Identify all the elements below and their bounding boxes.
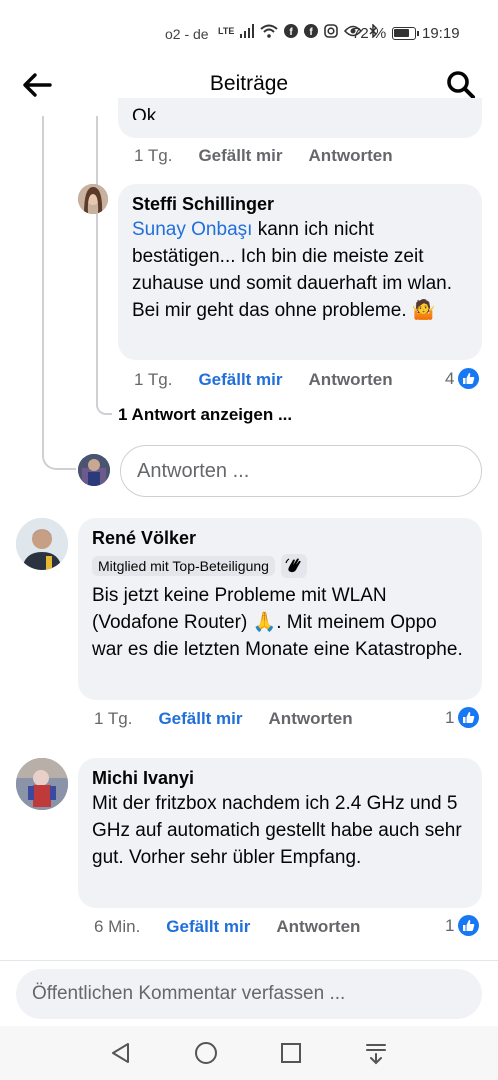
avatar-image <box>16 518 68 570</box>
nav-recents-button[interactable] <box>278 1040 304 1066</box>
reaction-number: 4 <box>445 368 455 388</box>
triangle-back-icon <box>112 1043 129 1063</box>
thread-line-inner <box>96 116 98 406</box>
system-navigation-bar <box>0 1026 498 1080</box>
nav-home-button[interactable] <box>193 1040 219 1066</box>
reply-input-placeholder: Antworten ... <box>137 459 250 482</box>
reply-button[interactable]: Antworten <box>269 709 353 729</box>
comment-time: 1 Tg. <box>134 370 173 389</box>
signal-icon <box>240 24 255 38</box>
thread-line-outer <box>42 116 44 456</box>
top-contributor-badge[interactable]: Mitglied mit Top-Beteiligung <box>92 556 275 576</box>
comment-bubble: Ok <box>118 98 482 138</box>
comment-actions: 1 Tg. Gefällt mir Antworten <box>134 370 393 390</box>
like-button[interactable]: Gefällt mir <box>198 370 282 390</box>
mention-link[interactable]: Sunay Onbaşı <box>132 219 252 240</box>
comment-bubble: Michi Ivanyi Mit der fritzbox nachdem ic… <box>78 758 482 908</box>
nav-notifications-button[interactable] <box>363 1040 389 1066</box>
like-reaction-icon <box>458 707 480 728</box>
composer-placeholder: Öffentlichen Kommentar verfassen ... <box>32 983 346 1004</box>
comment-author[interactable]: Steffi Schillinger <box>132 192 468 216</box>
like-button[interactable]: Gefällt mir <box>166 917 250 937</box>
avatar-image <box>78 184 108 214</box>
reply-input[interactable]: Antworten ... <box>120 445 482 497</box>
reply-button[interactable]: Antworten <box>309 146 393 166</box>
comment-text: Bis jetzt keine Probleme mit WLAN (Vodaf… <box>92 585 463 660</box>
comment-composer-bar: Öffentlichen Kommentar verfassen ... <box>0 960 498 1026</box>
like-reaction-icon <box>458 915 480 936</box>
wifi-icon <box>260 24 279 38</box>
current-user-avatar <box>78 454 110 486</box>
reaction-count[interactable]: 1 <box>445 707 480 728</box>
lte-signal-icon: LTE <box>218 25 235 36</box>
comment-text: Ok <box>132 106 157 120</box>
avatar[interactable] <box>16 758 68 810</box>
avatar-image <box>16 758 68 810</box>
comment-time: 6 Min. <box>94 917 141 936</box>
comment-text: Mit der fritzbox nachdem ich 2.4 GHz und… <box>92 793 462 868</box>
comment-bubble: René Völker Mitglied mit Top-Beteiligung… <box>78 518 482 700</box>
comment-actions: 6 Min. Gefällt mir Antworten <box>94 917 360 937</box>
facebook-notification-icon-2: f <box>304 24 319 38</box>
battery-icon <box>392 27 419 40</box>
comment-text: Sunay Onbaşı kann ich nicht bestätigen..… <box>132 216 468 324</box>
avatar-image <box>78 454 110 486</box>
comment-author[interactable]: Michi Ivanyi <box>92 766 468 790</box>
comment-actions: 1 Tg. Gefällt mir Antworten <box>94 709 353 729</box>
search-icon <box>447 71 475 99</box>
thread-line-inner-curve <box>96 398 112 415</box>
network-label: LTE <box>218 25 235 36</box>
badge-row: Mitglied mit Top-Beteiligung <box>92 554 468 578</box>
square-recents-icon <box>281 1043 301 1063</box>
comment-composer-input[interactable]: Öffentlichen Kommentar verfassen ... <box>16 969 482 1019</box>
avatar[interactable] <box>16 518 68 570</box>
like-button[interactable]: Gefällt mir <box>198 146 282 166</box>
reaction-number: 1 <box>445 707 455 727</box>
instagram-icon <box>324 24 339 38</box>
avatar[interactable] <box>78 184 108 214</box>
facebook-notification-icon: f <box>284 24 299 38</box>
circle-home-icon <box>195 1042 217 1064</box>
reaction-count[interactable]: 4 <box>445 368 480 389</box>
search-button[interactable] <box>444 68 478 102</box>
comment-author[interactable]: René Völker <box>92 526 468 550</box>
comment-actions: 1 Tg. Gefällt mir Antworten <box>134 146 393 166</box>
comment-time: 1 Tg. <box>94 709 133 728</box>
wave-hand-icon[interactable] <box>280 554 307 578</box>
notification-shade-icon <box>366 1044 386 1065</box>
like-button[interactable]: Gefällt mir <box>158 709 242 729</box>
nav-back-button[interactable] <box>108 1040 134 1066</box>
like-reaction-icon <box>458 368 480 389</box>
comment-bubble: Steffi Schillinger Sunay Onbaşı kann ich… <box>118 184 482 360</box>
battery-percent: 72 % <box>352 25 387 42</box>
reply-button[interactable]: Antworten <box>276 917 360 937</box>
status-bar: o2 - de LTE f f 72 % 19:19 <box>0 0 498 52</box>
reply-button[interactable]: Antworten <box>309 370 393 390</box>
clock: 19:19 <box>422 25 460 42</box>
show-replies-link[interactable]: 1 Antwort anzeigen ... <box>118 405 292 425</box>
comment-time: 1 Tg. <box>134 146 173 165</box>
carrier-label: o2 - de <box>165 26 209 42</box>
page-title: Beiträge <box>209 72 289 95</box>
reaction-count[interactable]: 1 <box>445 915 480 936</box>
reaction-number: 1 <box>445 915 455 935</box>
thread-line-outer-curve <box>42 452 76 470</box>
